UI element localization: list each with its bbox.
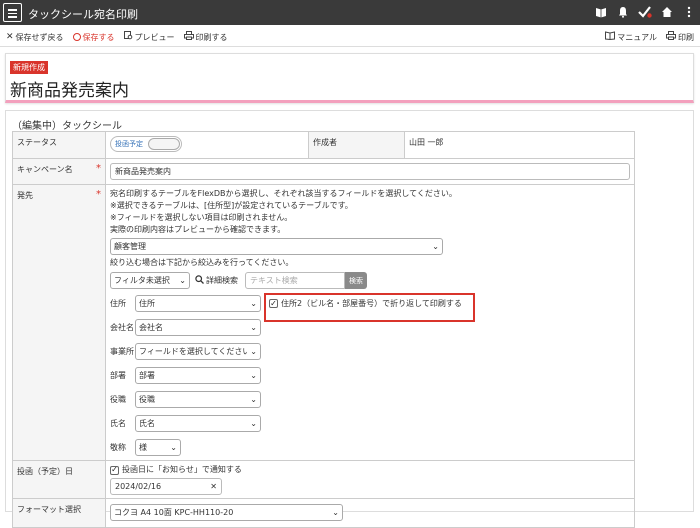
status-row: ステータス 投函予定 作成者 山田 一郎	[12, 131, 635, 159]
page-title: 新商品発売案内	[10, 81, 129, 101]
app-title: タックシール宛名印刷	[28, 8, 138, 21]
form-table: ステータス 投函予定 作成者 山田 一郎 キャンペーン名 * 新商品発売案内 発…	[12, 131, 635, 528]
form-panel: （編集中）タックシール ステータス 投函予定 作成者 山田 一郎 キャンペーン名…	[5, 110, 694, 528]
table-select[interactable]: 顧客管理 ⌄	[110, 238, 443, 255]
print-button[interactable]: 印刷する	[183, 31, 228, 43]
author-label: 作成者	[308, 131, 405, 159]
chevron-down-icon: ⌄	[250, 347, 257, 356]
search-icon	[195, 275, 204, 286]
filter-select[interactable]: フィルタ未選択 ⌄	[110, 272, 190, 289]
chevron-down-icon: ⌄	[170, 443, 177, 452]
chevron-down-icon: ⌄	[250, 371, 257, 380]
printer-icon	[666, 31, 676, 43]
header-icons	[594, 5, 696, 19]
office-field-select[interactable]: フィールドを選択してください ⌄	[135, 343, 261, 360]
text-search-input[interactable]: テキスト検索	[245, 272, 345, 289]
format-row: フォーマット選択 コクヨ A4 10面 KPC-HH110-20 ⌄	[12, 498, 635, 528]
instruction-note: 宛名印刷するテーブルをFlexDBから選択し、それぞれ該当するフィールドを選択し…	[110, 189, 457, 198]
destination-row: 発先 * 宛名印刷するテーブルをFlexDBから選択し、それぞれ該当するフィール…	[12, 184, 635, 461]
title-field-select[interactable]: 役職 ⌄	[135, 391, 261, 408]
field-row-department: 部署 部署 ⌄	[110, 366, 630, 385]
preview-icon	[123, 31, 133, 43]
toolbar: ✕ 保存せず戻る 保存する プレビュー 印刷する マニュアル 印刷	[0, 25, 700, 47]
manual-link[interactable]: マニュアル	[605, 31, 657, 43]
instruction-note: 実際の印刷内容はプレビューから確認できます。	[110, 225, 286, 234]
filter-note: 絞り込む場合は下記から絞込みを行ってください。	[110, 258, 294, 267]
book-icon[interactable]	[594, 5, 608, 19]
required-mark: *	[96, 163, 101, 174]
author-value: 山田 一郎	[404, 131, 635, 159]
chevron-down-icon: ⌄	[432, 242, 439, 251]
print-link[interactable]: 印刷	[666, 31, 694, 43]
app-header: タックシール宛名印刷	[0, 0, 700, 25]
new-badge: 新規作成	[10, 61, 48, 74]
campaign-label: キャンペーン名	[17, 165, 73, 174]
name-field-select[interactable]: 氏名 ⌄	[135, 415, 261, 432]
required-mark: *	[96, 189, 101, 200]
close-icon: ✕	[6, 31, 14, 42]
printer-icon	[183, 31, 194, 43]
detail-search-button[interactable]: 詳細検索	[195, 275, 238, 286]
chevron-down-icon: ⌄	[250, 419, 257, 428]
manual-book-icon	[605, 31, 616, 43]
more-vertical-icon[interactable]	[682, 5, 696, 19]
save-button[interactable]: 保存する	[72, 31, 115, 43]
title-card: 新規作成 新商品発売案内	[5, 53, 694, 103]
honorific-select[interactable]: 様 ⌄	[135, 439, 181, 456]
campaign-name-input[interactable]: 新商品発売案内	[110, 163, 630, 180]
chevron-down-icon: ⌄	[179, 276, 186, 285]
company-field-select[interactable]: 会社名 ⌄	[135, 319, 261, 336]
chevron-down-icon: ⌄	[250, 395, 257, 404]
format-label: フォーマット選択	[12, 498, 106, 528]
chevron-down-icon: ⌄	[250, 323, 257, 332]
toggle-knob	[148, 138, 180, 150]
chevron-down-icon: ⌄	[250, 299, 257, 308]
status-toggle[interactable]: 投函予定	[110, 136, 182, 152]
address-field-select[interactable]: 住所 ⌄	[135, 295, 261, 312]
campaign-row: キャンペーン名 * 新商品発売案内	[12, 158, 635, 185]
destination-label: 発先	[17, 191, 33, 200]
clear-icon[interactable]: ✕	[210, 482, 217, 491]
field-row-name: 氏名 氏名 ⌄	[110, 414, 630, 433]
checkbox-checked-icon[interactable]: ✓	[110, 465, 119, 475]
post-date-row: 投函（予定）日 ✓ 投函日に「お知らせ」で通知する 2024/02/16 ✕	[12, 460, 635, 499]
field-row-honorific: 敬称 様 ⌄	[110, 438, 630, 457]
home-icon[interactable]	[660, 5, 674, 19]
instruction-note: ※フィールドを選択しない項目は印刷されません。	[110, 213, 293, 222]
circle-icon	[72, 33, 81, 41]
field-row-office: 事業所 フィールドを選択してください ⌄	[110, 342, 630, 361]
status-label: ステータス	[12, 131, 106, 159]
preview-button[interactable]: プレビュー	[123, 31, 175, 43]
instruction-note: ※選択できるテーブルは、[住所型]が設定されているテーブルです。	[110, 201, 353, 210]
post-date-input[interactable]: 2024/02/16 ✕	[110, 478, 222, 495]
highlight-box	[264, 293, 475, 322]
check-notification-icon[interactable]	[638, 5, 652, 19]
hamburger-menu-icon[interactable]	[3, 3, 22, 22]
chevron-down-icon: ⌄	[332, 508, 339, 517]
field-row-title: 役職 役職 ⌄	[110, 390, 630, 409]
bell-icon[interactable]	[616, 5, 630, 19]
back-without-saving-button[interactable]: ✕ 保存せず戻る	[6, 31, 64, 43]
section-title: （編集中）タックシール	[12, 121, 122, 132]
post-date-label: 投函（予定）日	[12, 460, 106, 499]
department-field-select[interactable]: 部署 ⌄	[135, 367, 261, 384]
search-button[interactable]: 検索	[345, 272, 367, 289]
format-select[interactable]: コクヨ A4 10面 KPC-HH110-20 ⌄	[110, 504, 343, 521]
notify-option[interactable]: ✓ 投函日に「お知らせ」で通知する	[110, 464, 630, 476]
